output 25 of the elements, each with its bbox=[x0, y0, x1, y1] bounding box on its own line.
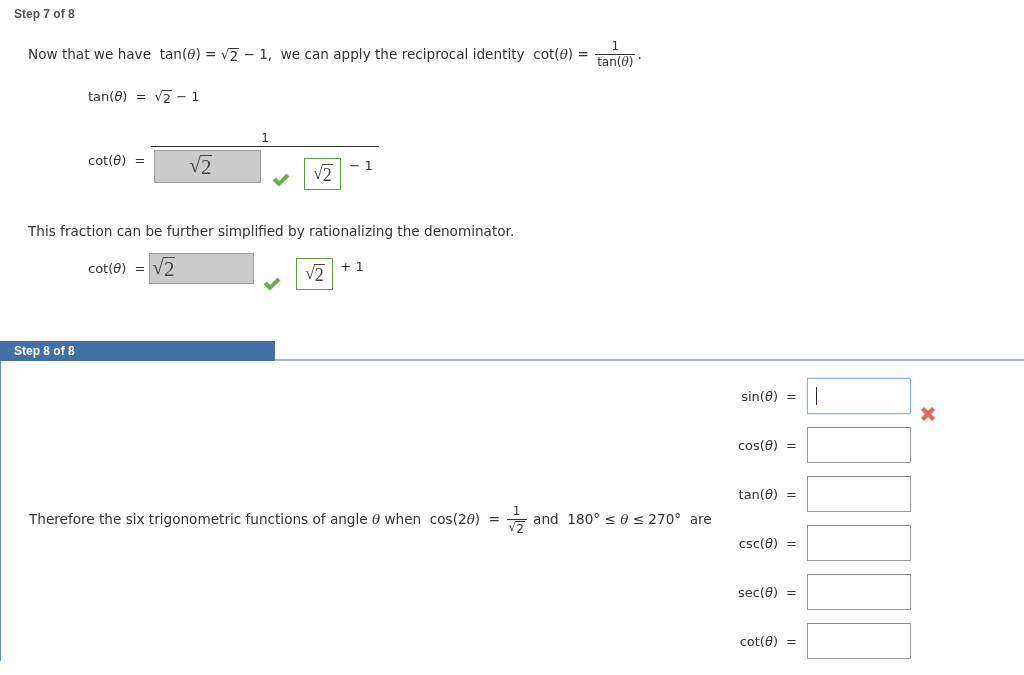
function-label: cos(θ) = bbox=[736, 437, 797, 453]
equation-label: cot(θ) = bbox=[88, 260, 146, 278]
equation-label: tan(θ) = bbox=[88, 88, 147, 106]
input-field[interactable] bbox=[807, 574, 911, 610]
step-header-bar: Step 8 of 8 bbox=[0, 341, 275, 361]
equation-term: − 1 bbox=[349, 158, 373, 174]
explanation-text: This fraction can be further simplified by rationalizing the denominator. bbox=[28, 222, 515, 240]
step-heading: Step 7 of 8 bbox=[14, 7, 75, 21]
equation-term: + 1 bbox=[340, 259, 364, 275]
equation-label: cot(θ) = bbox=[88, 151, 146, 170]
fraction-numerator: 1 bbox=[151, 131, 379, 147]
input-field[interactable] bbox=[807, 525, 911, 561]
function-label: sec(θ) = bbox=[736, 584, 797, 600]
answer-preview: √2 bbox=[304, 158, 342, 190]
input-field[interactable] bbox=[807, 378, 911, 414]
function-label: cot(θ) = bbox=[738, 633, 797, 649]
input-field[interactable] bbox=[807, 427, 911, 463]
text-cursor-icon bbox=[816, 387, 817, 405]
input-field[interactable] bbox=[807, 623, 911, 659]
function-label: tan(θ) = bbox=[737, 486, 797, 502]
answer-preview: √2 bbox=[296, 258, 334, 290]
equation-value: √2 − 1 bbox=[154, 88, 200, 106]
input-field[interactable] bbox=[807, 476, 911, 512]
function-label: sin(θ) = bbox=[740, 388, 797, 404]
function-label: csc(θ) = bbox=[737, 535, 797, 551]
